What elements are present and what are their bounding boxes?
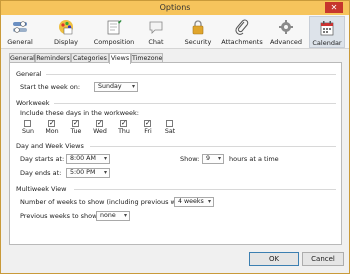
prev-weeks-value: none [100, 212, 116, 219]
show-hours-select[interactable]: 9 ▾ [202, 154, 224, 164]
hours-at-a-time-label: hours at a time [229, 155, 279, 163]
workweek-fri-label: Fri [144, 128, 152, 135]
group-divider [90, 146, 336, 147]
workweek-sun-checkbox[interactable] [24, 120, 31, 127]
chevron-down-icon: ▾ [131, 83, 135, 90]
day-starts-label: Day starts at: [20, 155, 65, 163]
chevron-down-icon: ▾ [103, 155, 107, 162]
chevron-down-icon: ▾ [123, 212, 127, 219]
workweek-fri-checkbox[interactable]: ✓ [144, 120, 151, 127]
toolbar-security-label: Security [184, 38, 212, 46]
options-dialog: Options ✕ General Display Composition Ch… [0, 0, 350, 274]
chevron-down-icon: ▾ [207, 198, 211, 205]
num-weeks-label: Number of weeks to show (including previ… [20, 198, 196, 206]
gear-icon [279, 20, 293, 34]
workweek-thu-checkbox[interactable]: ✓ [120, 120, 127, 127]
chat-bubble-icon [149, 21, 163, 34]
workweek-sat-label: Sat [164, 128, 176, 135]
day-ends-label: Day ends at: [20, 169, 62, 177]
toolbar-display[interactable]: Display [49, 16, 83, 48]
calendar-icon [320, 21, 334, 36]
tab-views[interactable]: Views [109, 53, 131, 64]
chevron-down-icon: ▾ [217, 155, 221, 162]
display-palette-icon [59, 20, 73, 35]
workweek-mon-checkbox[interactable]: ✓ [48, 120, 55, 127]
workweek-group-title: Workweek [16, 99, 50, 107]
general-group: General Start the week on: Sunday ▾ [16, 70, 336, 96]
workweek-sat-checkbox[interactable] [166, 120, 173, 127]
day-starts-value: 8:00 AM [70, 155, 96, 162]
window-title: Options [159, 3, 191, 12]
toolbar-calendar-label: Calendar [312, 39, 342, 47]
day-ends-select[interactable]: 5:00 PM ▾ [66, 168, 110, 178]
close-button[interactable]: ✕ [325, 2, 343, 13]
num-weeks-value: 4 weeks [178, 198, 204, 205]
toolbar-security[interactable]: Security [181, 16, 215, 48]
cancel-button[interactable]: Cancel [302, 252, 344, 266]
multiweek-group: Multiweek View Number of weeks to show (… [16, 185, 336, 225]
toolbar-advanced-label: Advanced [269, 38, 303, 46]
ok-button[interactable]: OK [249, 252, 299, 266]
title-bar[interactable]: Options ✕ [1, 1, 349, 15]
prev-weeks-label: Previous weeks to show: [20, 212, 100, 220]
toolbar-attachments[interactable]: Attachments [220, 16, 264, 48]
toolbar-general[interactable]: General [3, 16, 37, 48]
day-starts-select[interactable]: 8:00 AM ▾ [66, 154, 110, 164]
workweek-group: Workweek Include these days in the workw… [16, 99, 336, 139]
chevron-down-icon: ▾ [103, 169, 107, 176]
toolbar-attachments-label: Attachments [221, 38, 263, 46]
workweek-mon-label: Mon [45, 128, 59, 135]
general-group-title: General [16, 70, 42, 78]
toolbar-calendar[interactable]: Calendar [309, 16, 345, 48]
composition-pencil-icon [107, 20, 122, 35]
dayweek-group: Day and Week Views Day starts at: 8:00 A… [16, 142, 336, 182]
settings-switches-icon [13, 21, 27, 33]
workweek-wed-label: Wed [93, 128, 107, 135]
group-divider [46, 74, 336, 75]
multiweek-group-title: Multiweek View [16, 185, 67, 193]
day-ends-value: 5:00 PM [70, 169, 96, 176]
show-hours-value: 9 [206, 155, 211, 162]
workweek-thu-label: Thu [118, 128, 130, 135]
toolbar-chat-label: Chat [148, 38, 164, 46]
workweek-include-label: Include these days in the workweek: [20, 109, 139, 117]
group-divider [74, 189, 336, 190]
start-week-value: Sunday [98, 83, 122, 90]
prev-weeks-select[interactable]: none ▾ [96, 211, 130, 221]
toolbar-advanced[interactable]: Advanced [267, 16, 305, 48]
workweek-tue-checkbox[interactable]: ✓ [72, 120, 79, 127]
start-week-select[interactable]: Sunday ▾ [94, 82, 138, 92]
workweek-sun-label: Sun [22, 128, 34, 135]
toolbar-display-label: Display [54, 38, 78, 46]
workweek-tue-label: Tue [70, 128, 82, 135]
views-panel: General Start the week on: Sunday ▾ Work… [9, 62, 342, 245]
options-toolbar: General Display Composition Chat Securit… [1, 15, 349, 49]
padlock-icon [192, 20, 204, 35]
workweek-wed-checkbox[interactable]: ✓ [96, 120, 103, 127]
num-weeks-select[interactable]: 4 weeks ▾ [174, 197, 214, 207]
toolbar-chat[interactable]: Chat [141, 16, 171, 48]
group-divider [54, 103, 336, 104]
toolbar-composition-label: Composition [93, 38, 135, 46]
toolbar-composition[interactable]: Composition [92, 16, 136, 48]
paperclip-icon [235, 19, 249, 35]
dayweek-group-title: Day and Week Views [16, 142, 84, 150]
toolbar-general-label: General [7, 38, 33, 46]
start-week-label: Start the week on: [20, 83, 81, 91]
show-hours-label: Show: [180, 155, 200, 163]
